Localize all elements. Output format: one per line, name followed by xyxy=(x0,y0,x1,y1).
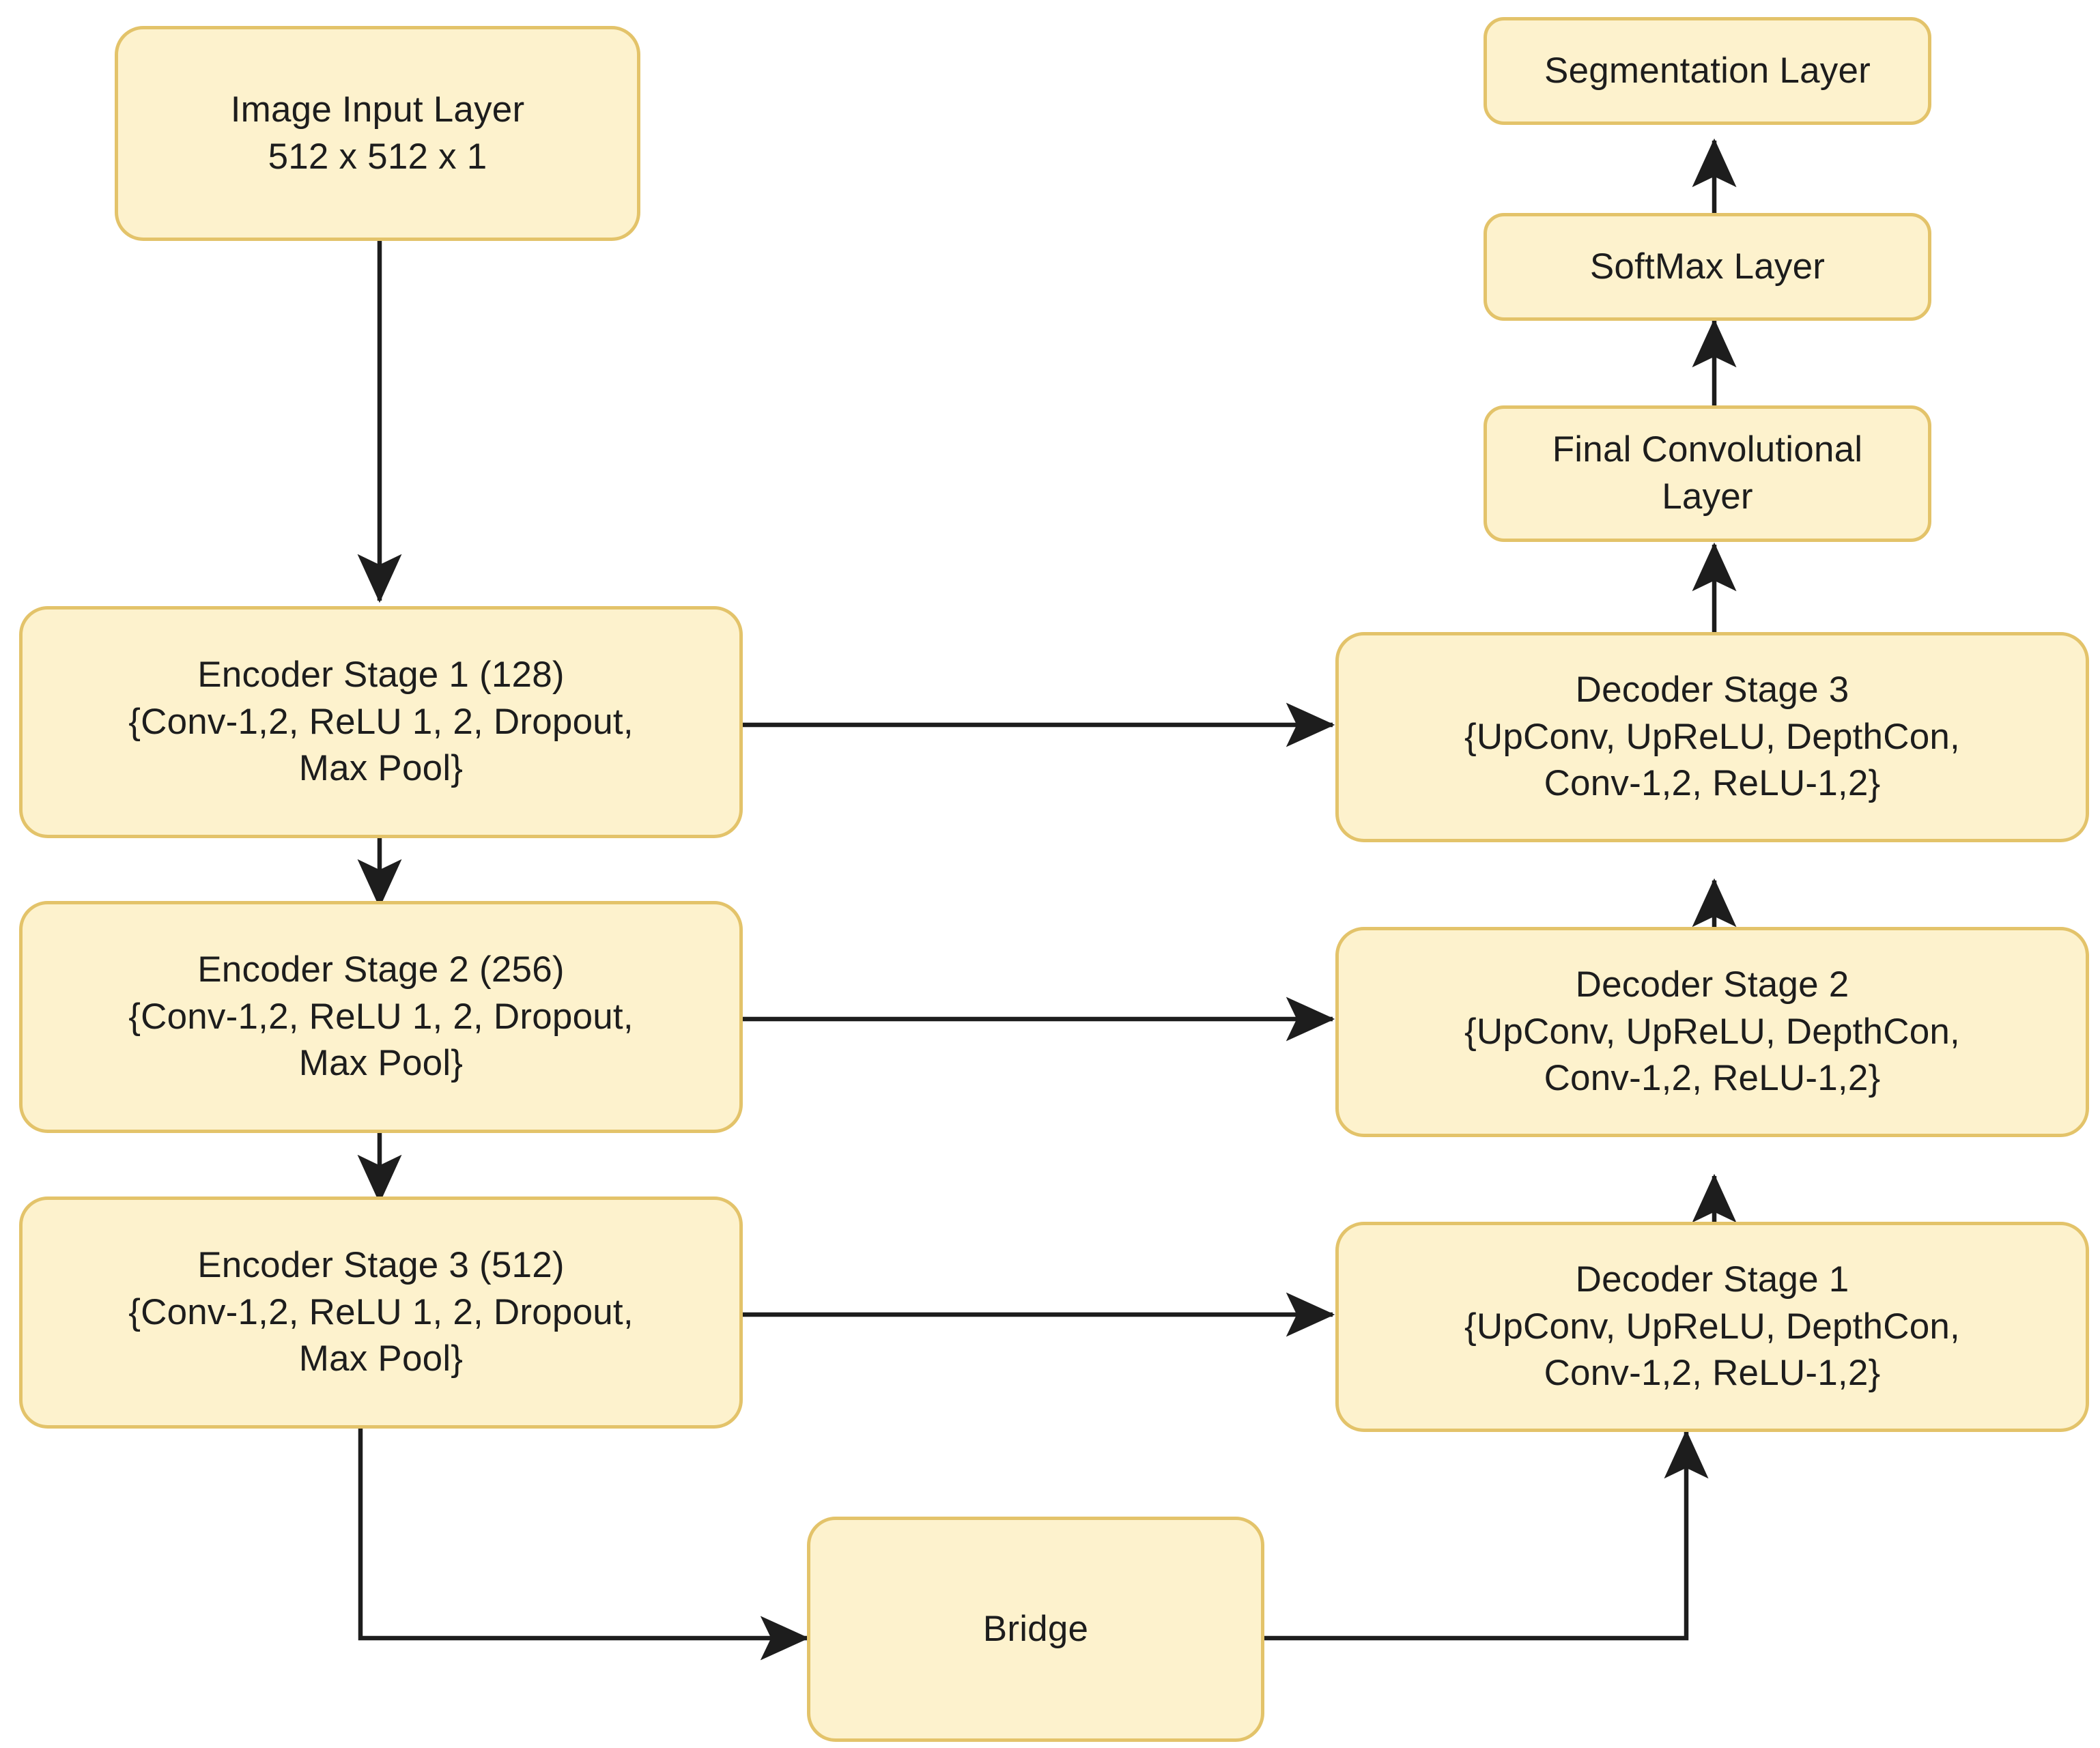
node-encoder-stage-2-label: Encoder Stage 2 (256) {Conv-1,2, ReLU 1,… xyxy=(128,949,634,1084)
node-bridge[interactable]: Bridge xyxy=(807,1517,1264,1742)
edge-encoder3-to-bridge xyxy=(358,1427,810,1661)
edge-bridge-to-decoder1 xyxy=(1264,1429,1709,1641)
node-bridge-label: Bridge xyxy=(982,1608,1089,1649)
node-decoder-stage-2-label: Decoder Stage 2 {UpConv, UpReLU, DepthCo… xyxy=(1464,964,1960,1099)
node-softmax-layer-label: SoftMax Layer xyxy=(1589,246,1826,287)
node-decoder-stage-3[interactable]: Decoder Stage 3 {UpConv, UpReLU, DepthCo… xyxy=(1335,632,2089,842)
node-image-input-label: Image Input Layer 512 x 512 x 1 xyxy=(230,89,525,177)
diagram-canvas: Image Input Layer 512 x 512 x 1 Encoder … xyxy=(0,0,2100,1748)
node-encoder-stage-1-label: Encoder Stage 1 (128) {Conv-1,2, ReLU 1,… xyxy=(128,654,634,789)
node-encoder-stage-3-label: Encoder Stage 3 (512) {Conv-1,2, ReLU 1,… xyxy=(128,1244,634,1379)
node-decoder-stage-3-label: Decoder Stage 3 {UpConv, UpReLU, DepthCo… xyxy=(1464,669,1960,804)
node-encoder-stage-1[interactable]: Encoder Stage 1 (128) {Conv-1,2, ReLU 1,… xyxy=(19,606,743,838)
node-segmentation-layer-label: Segmentation Layer xyxy=(1544,50,1871,91)
node-softmax-layer[interactable]: SoftMax Layer xyxy=(1484,213,1931,321)
node-final-convolutional-layer-label: Final Convolutional Layer xyxy=(1552,429,1863,517)
node-image-input[interactable]: Image Input Layer 512 x 512 x 1 xyxy=(115,26,640,241)
node-encoder-stage-2[interactable]: Encoder Stage 2 (256) {Conv-1,2, ReLU 1,… xyxy=(19,901,743,1133)
node-decoder-stage-2[interactable]: Decoder Stage 2 {UpConv, UpReLU, DepthCo… xyxy=(1335,927,2089,1137)
node-decoder-stage-1[interactable]: Decoder Stage 1 {UpConv, UpReLU, DepthCo… xyxy=(1335,1222,2089,1432)
node-segmentation-layer[interactable]: Segmentation Layer xyxy=(1484,17,1931,125)
node-encoder-stage-3[interactable]: Encoder Stage 3 (512) {Conv-1,2, ReLU 1,… xyxy=(19,1197,743,1429)
node-decoder-stage-1-label: Decoder Stage 1 {UpConv, UpReLU, DepthCo… xyxy=(1464,1259,1960,1394)
node-final-convolutional-layer[interactable]: Final Convolutional Layer xyxy=(1484,405,1931,542)
